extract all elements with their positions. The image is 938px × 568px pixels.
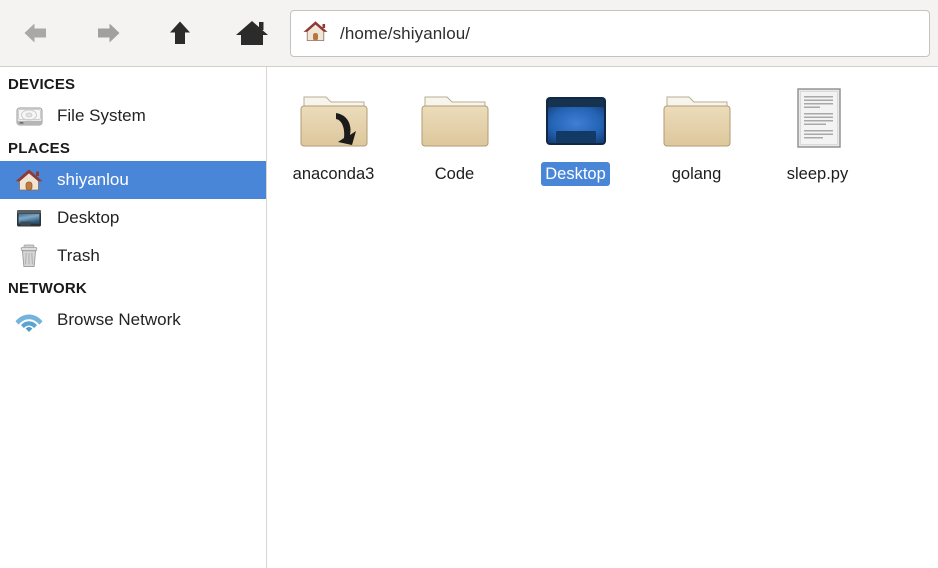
forward-button[interactable] bbox=[72, 0, 144, 67]
sidebar-item-browse-network[interactable]: Browse Network bbox=[0, 301, 266, 339]
document-icon bbox=[779, 83, 857, 157]
monitor-icon bbox=[14, 203, 44, 233]
file-item-label: golang bbox=[671, 165, 722, 183]
file-item-anaconda3[interactable]: anaconda3 bbox=[273, 79, 394, 186]
file-manager-window: /home/shiyanlou/ DEVICES File System PLA… bbox=[0, 0, 938, 568]
sidebar-section-places: PLACES bbox=[8, 140, 71, 157]
home-icon bbox=[14, 165, 44, 195]
folder-icon bbox=[295, 83, 373, 157]
harddisk-icon bbox=[14, 101, 44, 131]
monitor-icon bbox=[537, 83, 615, 157]
home-icon bbox=[234, 16, 270, 50]
sidebar-item-trash[interactable]: Trash bbox=[0, 237, 266, 275]
sidebar-item-label: Trash bbox=[57, 246, 100, 265]
sidebar-item-desktop[interactable]: Desktop bbox=[0, 199, 266, 237]
sidebar-item-file-system[interactable]: File System bbox=[0, 97, 266, 135]
sidebar: DEVICES File System PLACES shiyanlou Des… bbox=[0, 67, 267, 568]
toolbar: /home/shiyanlou/ bbox=[0, 0, 938, 67]
back-button[interactable] bbox=[0, 0, 72, 67]
folder-icon bbox=[658, 83, 736, 157]
folder-icon bbox=[416, 83, 494, 157]
home-icon bbox=[303, 19, 328, 49]
file-item-code[interactable]: Code bbox=[394, 79, 515, 186]
file-item-desktop[interactable]: Desktop bbox=[515, 79, 636, 186]
sidebar-section-network: NETWORK bbox=[8, 280, 87, 297]
icon-grid: anaconda3 Code Desktop golang sleep.py bbox=[267, 67, 938, 186]
arrow-right-icon bbox=[91, 16, 125, 50]
sidebar-item-label: shiyanlou bbox=[57, 170, 129, 189]
file-item-label: anaconda3 bbox=[292, 165, 375, 183]
file-item-sleep-py[interactable]: sleep.py bbox=[757, 79, 878, 186]
file-item-label: Code bbox=[434, 165, 475, 183]
sidebar-item-label: Desktop bbox=[57, 208, 120, 227]
path-entry[interactable]: /home/shiyanlou/ bbox=[290, 10, 930, 57]
arrow-left-icon bbox=[19, 16, 53, 50]
file-item-label: sleep.py bbox=[786, 165, 849, 183]
file-item-label: Desktop bbox=[541, 162, 610, 186]
network-wifi-icon bbox=[14, 305, 44, 335]
up-button[interactable] bbox=[144, 0, 216, 67]
file-item-golang[interactable]: golang bbox=[636, 79, 757, 186]
sidebar-item-shiyanlou[interactable]: shiyanlou bbox=[0, 161, 266, 199]
sidebar-item-label: Browse Network bbox=[57, 310, 181, 329]
sidebar-section-devices: DEVICES bbox=[8, 76, 76, 93]
home-button[interactable] bbox=[216, 0, 288, 67]
file-view[interactable]: anaconda3 Code Desktop golang sleep.py bbox=[267, 67, 938, 568]
path-text: /home/shiyanlou/ bbox=[340, 23, 471, 43]
trash-icon bbox=[14, 241, 44, 271]
arrow-up-icon bbox=[163, 16, 197, 50]
sidebar-item-label: File System bbox=[57, 106, 146, 125]
main-body: DEVICES File System PLACES shiyanlou Des… bbox=[0, 67, 938, 568]
